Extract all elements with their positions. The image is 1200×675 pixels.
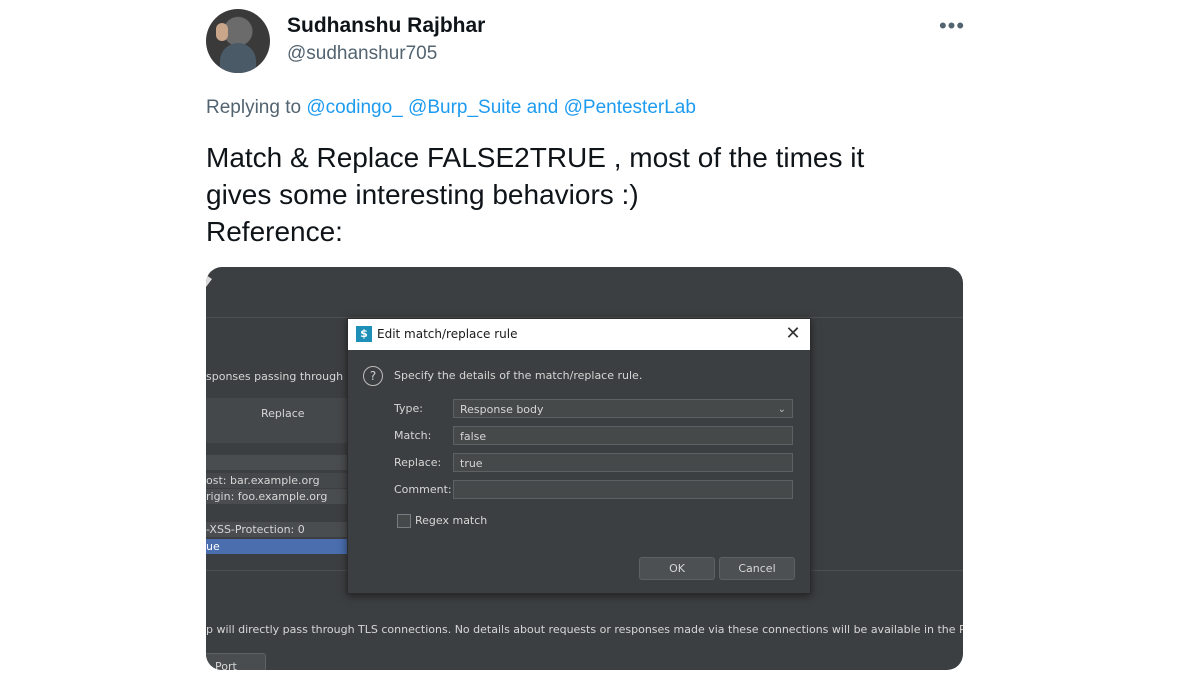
table-row: rigin: foo.example.org	[206, 489, 348, 504]
regex-match-checkbox	[397, 514, 411, 528]
cancel-button: Cancel	[719, 557, 795, 580]
port-button: Port	[206, 653, 266, 670]
type-select: Response body ⌄	[453, 399, 793, 418]
regex-match-label: Regex match	[415, 514, 488, 527]
replying-to: Replying to @codingo_ @Burp_Suite and @P…	[206, 97, 696, 119]
table-row-selected: ue	[206, 539, 348, 554]
dialog-title: Edit match/replace rule	[377, 327, 518, 341]
replying-to-prefix: Replying to	[206, 97, 302, 118]
type-select-value: Response body	[460, 403, 544, 416]
dialog-titlebar: $ Edit match/replace rule ✕	[348, 319, 810, 350]
replace-field: true	[453, 453, 793, 472]
more-options-icon[interactable]: •••	[938, 10, 966, 42]
tweet-line-1: Match & Replace FALSE2TRUE , most of the…	[206, 142, 865, 173]
match-label: Match:	[394, 429, 432, 442]
table-row: -XSS-Protection: 0	[206, 522, 348, 537]
comment-label: Comment:	[394, 483, 452, 496]
help-icon: ?	[363, 366, 383, 386]
mention-pentesterlab[interactable]: @PentesterLab	[564, 97, 696, 118]
author-handle[interactable]: @sudhanshur705	[287, 43, 437, 65]
tweet-line-3: Reference:	[206, 216, 343, 247]
table-row	[206, 455, 348, 470]
background-description: sponses passing through	[206, 370, 344, 383]
comment-field	[453, 480, 793, 499]
tls-pass-through-text: p will directly pass through TLS connect…	[206, 623, 963, 636]
table-row	[206, 428, 348, 443]
type-label: Type:	[394, 402, 423, 415]
table-row: ost: bar.example.org	[206, 473, 348, 488]
mention-joiner[interactable]: and	[527, 97, 559, 118]
edit-match-replace-dialog: $ Edit match/replace rule ✕ ? Specify th…	[347, 318, 811, 594]
ok-button: OK	[639, 557, 715, 580]
mouse-cursor-icon	[206, 275, 212, 287]
dialog-description: Specify the details of the match/replace…	[394, 369, 643, 382]
mention-codingo[interactable]: @codingo_	[306, 97, 402, 118]
mention-burp-suite[interactable]: @Burp_Suite	[408, 97, 521, 118]
attached-image[interactable]: sponses passing through Replace ost: bar…	[206, 267, 963, 670]
burp-app-icon: $	[356, 326, 372, 342]
replace-column-label: Replace	[261, 407, 305, 420]
avatar[interactable]	[206, 9, 270, 73]
tweet-line-2: gives some interesting behaviors :)	[206, 179, 639, 210]
avatar-body	[220, 43, 256, 73]
replace-column-header: Replace	[206, 398, 348, 429]
match-field: false	[453, 426, 793, 445]
replace-label: Replace:	[394, 456, 442, 469]
avatar-hand	[216, 23, 228, 41]
port-button-label: Port	[215, 660, 237, 670]
close-icon: ✕	[785, 323, 801, 344]
chevron-down-icon: ⌄	[777, 404, 786, 415]
author-name[interactable]: Sudhanshu Rajbhar	[287, 14, 485, 38]
tweet-text: Match & Replace FALSE2TRUE , most of the…	[206, 139, 966, 250]
